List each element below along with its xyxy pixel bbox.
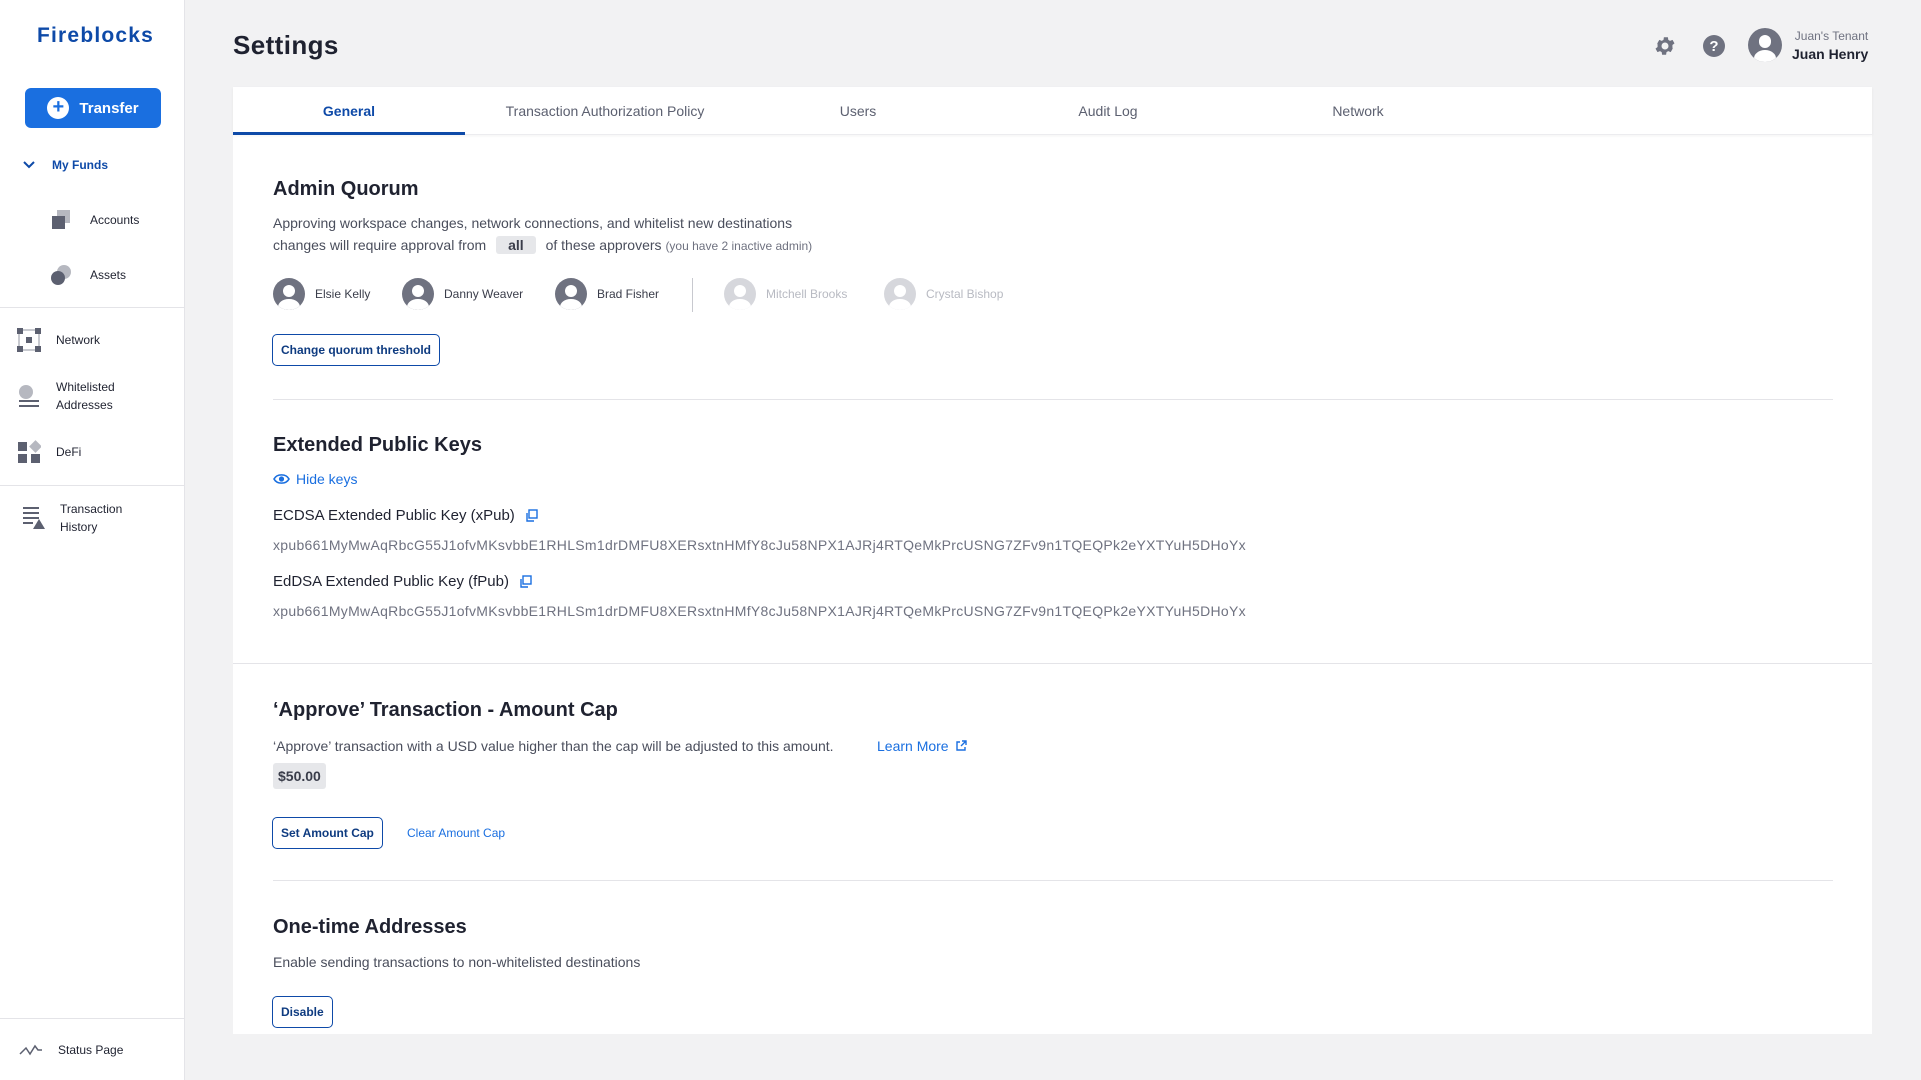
- admin-quorum-threshold-line: changes will require approval from all o…: [273, 236, 812, 254]
- defi-icon: [16, 440, 42, 464]
- threshold-badge: all: [496, 236, 536, 254]
- sidebar-item-label: Assets: [90, 268, 127, 282]
- sidebar-item-my-funds[interactable]: My Funds: [22, 158, 108, 172]
- sidebar-item-label: DeFi: [56, 445, 82, 459]
- tab-transaction-authorization-policy[interactable]: Transaction Authorization Policy: [465, 87, 745, 135]
- sidebar-item-label: Transaction History: [60, 502, 123, 534]
- app-logo[interactable]: Fireblocks: [37, 24, 154, 48]
- approver-name: Elsie Kelly: [315, 287, 371, 301]
- external-link-icon: [955, 740, 967, 751]
- approver-name: Brad Fisher: [597, 287, 660, 301]
- approver: Brad Fisher: [555, 278, 659, 310]
- amount-cap-title: ‘Approve’ Transaction - Amount Cap: [273, 699, 618, 721]
- help-icon[interactable]: ?: [1702, 34, 1726, 58]
- sidebar-item-label: Status Page: [58, 1043, 124, 1057]
- sidebar-item-network[interactable]: Network: [16, 328, 100, 352]
- history-icon: [20, 506, 46, 530]
- clear-amount-cap-link[interactable]: Clear Amount Cap: [407, 826, 505, 840]
- sidebar-item-whitelisted-addresses[interactable]: Whitelisted Addresses: [16, 378, 136, 414]
- section-divider: [273, 399, 1833, 400]
- hide-keys-link[interactable]: Hide keys: [273, 471, 357, 487]
- approver-inactive: Crystal Bishop: [884, 278, 1003, 310]
- ecdsa-key-label: ECDSA Extended Public Key (xPub): [273, 507, 515, 524]
- disable-button[interactable]: Disable: [272, 996, 333, 1028]
- gear-icon[interactable]: [1653, 34, 1677, 58]
- sidebar-item-status-page[interactable]: Status Page: [18, 1038, 123, 1062]
- approver-name: Danny Weaver: [444, 287, 524, 301]
- admin-quorum-title: Admin Quorum: [273, 178, 419, 200]
- threshold-text-pre: changes will require approval from: [273, 237, 487, 253]
- admin-quorum-desc: Approving workspace changes, network con…: [273, 215, 793, 231]
- ecdsa-key-label-row: ECDSA Extended Public Key (xPub): [273, 507, 538, 524]
- avatar: [402, 278, 434, 310]
- set-amount-cap-button[interactable]: Set Amount Cap: [272, 817, 383, 849]
- whitelist-icon: [16, 384, 42, 408]
- tab-network[interactable]: Network: [1253, 87, 1463, 135]
- avatar: [1748, 28, 1782, 62]
- eddsa-key-label: EdDSA Extended Public Key (fPub): [273, 573, 509, 590]
- copy-icon[interactable]: [525, 509, 538, 522]
- learn-more-label: Learn More: [877, 738, 949, 754]
- amount-cap-desc: ‘Approve’ transaction with a USD value h…: [273, 738, 834, 754]
- approver-divider: [692, 278, 693, 312]
- user-name: Juan Henry: [1792, 45, 1869, 62]
- svg-text:?: ?: [1709, 38, 1718, 55]
- tenant-name: Juan's Tenant: [1794, 28, 1869, 43]
- approver-name: Mitchell Brooks: [766, 287, 848, 301]
- sidebar: Fireblocks + Transfer My Funds Accounts …: [0, 0, 185, 1080]
- sidebar-item-label: Accounts: [90, 213, 140, 227]
- avatar: [555, 278, 587, 310]
- sidebar-divider: [0, 485, 185, 486]
- sidebar-divider: [0, 1018, 185, 1019]
- page-title: Settings: [233, 30, 339, 60]
- tab-general[interactable]: General: [233, 87, 465, 135]
- inactive-admin-note: (you have 2 inactive admin): [665, 239, 813, 253]
- avatar: [724, 278, 756, 310]
- approver: Danny Weaver: [402, 278, 523, 310]
- one-time-addresses-title: One-time Addresses: [273, 916, 467, 938]
- change-quorum-threshold-button[interactable]: Change quorum threshold: [272, 334, 440, 366]
- transfer-label: Transfer: [79, 99, 139, 117]
- amount-cap-value: $50.00: [273, 763, 326, 789]
- plus-icon: +: [47, 97, 70, 119]
- tab-bar: General Transaction Authorization Policy…: [233, 87, 1872, 135]
- chevron-down-icon: [23, 161, 35, 169]
- transfer-button[interactable]: + Transfer: [25, 88, 161, 128]
- network-icon: [16, 328, 42, 352]
- eye-icon: [273, 474, 290, 484]
- pulse-icon: [18, 1038, 44, 1062]
- tab-audit-log[interactable]: Audit Log: [1003, 87, 1213, 135]
- sidebar-item-defi[interactable]: DeFi: [16, 440, 81, 464]
- assets-icon: [48, 263, 74, 287]
- avatar: [884, 278, 916, 310]
- sidebar-item-label: Network: [56, 333, 101, 347]
- avatar: [273, 278, 305, 310]
- approver: Elsie Kelly: [273, 278, 370, 310]
- eddsa-key-value: xpub661MyMwAqRbcG55J1ofvMKsvbbE1RHLSm1dr…: [273, 603, 1246, 619]
- sidebar-item-label: Whitelisted Addresses: [56, 380, 115, 412]
- section-divider: [273, 880, 1833, 881]
- accounts-icon: [48, 208, 74, 232]
- one-time-addresses-desc: Enable sending transactions to non-white…: [273, 954, 641, 970]
- sidebar-item-label: My Funds: [52, 158, 108, 172]
- copy-icon[interactable]: [519, 575, 532, 588]
- tab-users[interactable]: Users: [753, 87, 963, 135]
- learn-more-link[interactable]: Learn More: [877, 738, 967, 754]
- sidebar-item-accounts[interactable]: Accounts: [48, 208, 139, 232]
- sidebar-item-transaction-history[interactable]: Transaction History: [20, 500, 140, 536]
- eddsa-key-label-row: EdDSA Extended Public Key (fPub): [273, 573, 532, 590]
- approver-name: Crystal Bishop: [926, 287, 1004, 301]
- user-menu[interactable]: Juan's Tenant Juan Henry: [1748, 28, 1868, 62]
- sidebar-item-assets[interactable]: Assets: [48, 263, 126, 287]
- extended-public-keys-title: Extended Public Keys: [273, 434, 482, 456]
- approver-inactive: Mitchell Brooks: [724, 278, 847, 310]
- ecdsa-key-value: xpub661MyMwAqRbcG55J1ofvMKsvbbE1RHLSm1dr…: [273, 537, 1246, 553]
- hide-keys-label: Hide keys: [296, 471, 358, 487]
- threshold-text-post: of these approvers: [545, 237, 662, 253]
- sidebar-divider: [0, 307, 185, 308]
- section-divider: [233, 663, 1872, 664]
